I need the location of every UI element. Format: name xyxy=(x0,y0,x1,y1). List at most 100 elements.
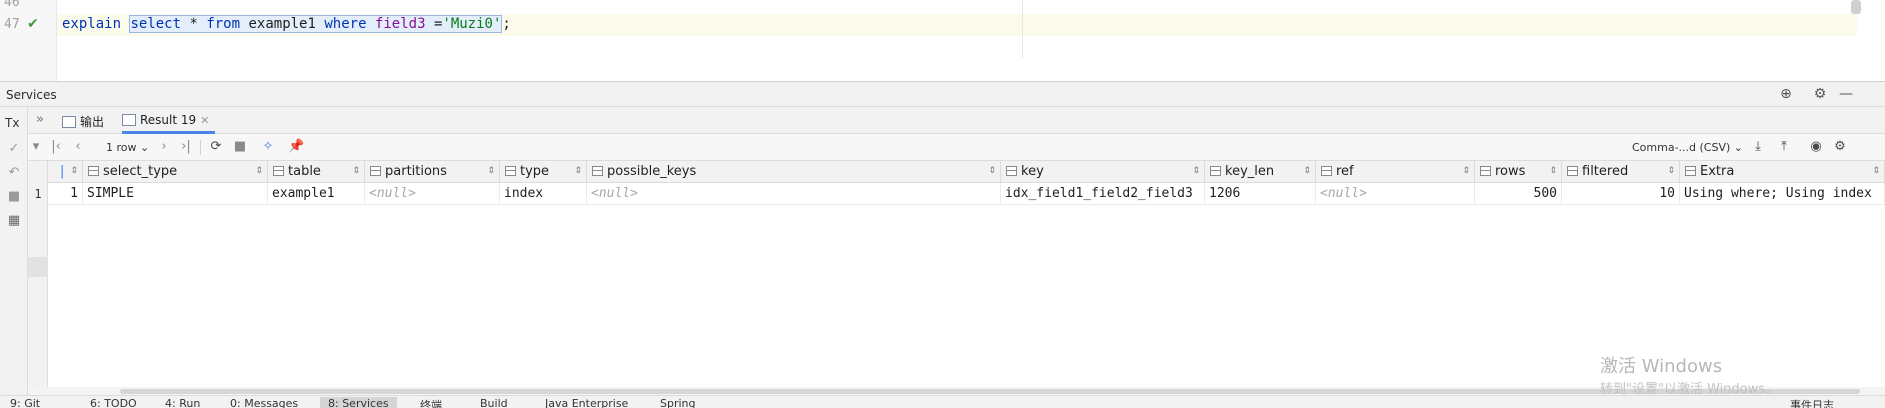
cell-possible_keys[interactable]: <null> xyxy=(587,183,1001,205)
sort-icon[interactable]: ⇕ xyxy=(574,161,582,182)
tool-button-event-log[interactable]: 事件日志 xyxy=(1790,397,1834,408)
stop-icon[interactable]: ■ xyxy=(6,189,22,204)
filter-dropdown-icon[interactable]: ▾ xyxy=(28,139,44,154)
cell-partitions[interactable]: <null> xyxy=(365,183,500,205)
tool-button-java-enterprise[interactable]: Java Enterprise xyxy=(545,397,628,408)
sort-icon[interactable]: ⇕ xyxy=(988,161,996,182)
cell-type[interactable]: index xyxy=(500,183,587,205)
gutter-line: 47 ✔ xyxy=(0,14,57,36)
keyword-token: where xyxy=(324,16,367,32)
rollback-icon[interactable]: ↶ xyxy=(6,165,22,180)
cell-select_type[interactable]: SIMPLE xyxy=(83,183,268,205)
column-header-label: possible_keys xyxy=(607,164,697,179)
column-icon xyxy=(370,166,381,176)
editor-scrollbar[interactable] xyxy=(1851,0,1861,14)
upload-icon[interactable]: ⤒ xyxy=(1776,139,1792,154)
next-page-icon[interactable]: › xyxy=(156,139,172,154)
sort-icon[interactable]: ⇕ xyxy=(352,161,360,182)
row-count-dropdown[interactable]: 1 row ⌄ xyxy=(106,141,149,154)
result-tabs-bar: » 输出 Result 19 ✕ xyxy=(28,107,1885,134)
bottom-tool-window-bar: 9: Git 6: TODO 4: Run 0: Messages 8: Ser… xyxy=(0,395,1885,408)
cell-id[interactable]: 1 xyxy=(48,183,83,205)
column-header-id[interactable]: | ⇕ xyxy=(48,161,83,183)
sort-icon[interactable]: ⇕ xyxy=(487,161,495,182)
sort-icon[interactable]: ⇕ xyxy=(1667,161,1675,182)
minimize-icon[interactable]: — xyxy=(1838,86,1854,102)
close-icon[interactable]: ✕ xyxy=(200,114,209,127)
cell-key[interactable]: idx_field1_field2_field3 xyxy=(1001,183,1205,205)
cell-rows[interactable]: 500 xyxy=(1475,183,1562,205)
previous-page-icon[interactable]: ‹ xyxy=(70,139,86,154)
column-icon xyxy=(88,166,99,176)
cell-filtered[interactable]: 10 xyxy=(1562,183,1680,205)
tab-output[interactable]: 输出 xyxy=(62,107,104,134)
column-icon xyxy=(592,166,603,176)
tool-button-build[interactable]: Build xyxy=(480,397,508,408)
table-icon xyxy=(122,114,136,126)
services-panel-header: Services ⊕ ⚙ — xyxy=(0,82,1885,107)
cell-table[interactable]: example1 xyxy=(268,183,365,205)
sort-icon[interactable]: ⇕ xyxy=(1303,161,1311,182)
operator-token: = xyxy=(425,16,443,32)
column-header-table[interactable]: table ⇕ xyxy=(268,161,365,183)
tool-button-run[interactable]: 4: Run xyxy=(165,397,200,408)
download-icon[interactable]: ⤓ xyxy=(1750,139,1766,154)
tool-button-terminal[interactable]: 终端 xyxy=(420,397,442,408)
settings-gear-icon[interactable]: ⚙ xyxy=(1832,139,1848,154)
column-header-label: filtered xyxy=(1582,164,1629,179)
commit-icon[interactable]: ✓ xyxy=(6,141,22,156)
sql-statement[interactable]: explain select * from example1 where fie… xyxy=(62,15,511,33)
gear-icon[interactable]: ⚙ xyxy=(1812,86,1828,102)
sort-icon[interactable]: ⇕ xyxy=(1872,161,1880,182)
cell-ref[interactable]: <null> xyxy=(1316,183,1475,205)
stop-icon[interactable]: ■ xyxy=(232,139,248,154)
current-code-line[interactable]: explain select * from example1 where fie… xyxy=(57,14,1857,36)
sort-icon[interactable]: ⇕ xyxy=(255,161,263,182)
sort-icon[interactable]: ⇕ xyxy=(1549,161,1557,182)
export-format-dropdown[interactable]: Comma-...d (CSV) ⌄ xyxy=(1632,141,1743,154)
tool-button-services[interactable]: 8: Services xyxy=(320,397,397,408)
tool-button-todo[interactable]: 6: TODO xyxy=(90,397,137,408)
compare-icon[interactable]: ✧ xyxy=(260,139,276,154)
semicolon-token: ; xyxy=(502,16,511,32)
selected-sql-text[interactable]: select * from example1 where field3 ='Mu… xyxy=(129,15,503,33)
tool-button-spring[interactable]: Spring xyxy=(660,397,696,408)
cell-key_len[interactable]: 1206 xyxy=(1205,183,1316,205)
tool-button-git[interactable]: 9: Git xyxy=(10,397,40,408)
column-header-label: key xyxy=(1021,164,1044,179)
column-header-filtered[interactable]: filtered ⇕ xyxy=(1562,161,1680,183)
sort-icon[interactable]: ⇕ xyxy=(1462,161,1470,182)
column-icon xyxy=(1480,166,1491,176)
crosshair-icon[interactable]: ⊕ xyxy=(1778,86,1794,102)
column-header-ref[interactable]: ref ⇕ xyxy=(1316,161,1475,183)
sort-icon[interactable]: ⇕ xyxy=(1192,161,1200,182)
view-eye-icon[interactable]: ◉ xyxy=(1808,139,1824,154)
row-number[interactable]: 1 xyxy=(28,183,48,205)
first-page-icon[interactable]: |‹ xyxy=(48,139,64,154)
gutter-marker xyxy=(28,257,48,277)
column-header-rows[interactable]: rows ⇕ xyxy=(1475,161,1562,183)
last-page-icon[interactable]: ›| xyxy=(178,139,194,154)
line-number: 47 xyxy=(4,17,20,32)
pin-icon[interactable]: 📌 xyxy=(288,139,304,154)
horizontal-scrollbar-thumb[interactable] xyxy=(120,389,1860,394)
column-icon xyxy=(1685,166,1696,176)
transaction-mode-button[interactable]: Tx xyxy=(5,116,19,130)
tab-result[interactable]: Result 19 ✕ xyxy=(122,107,216,134)
column-header-partitions[interactable]: partitions ⇕ xyxy=(365,161,500,183)
cell-Extra[interactable]: Using where; Using index xyxy=(1680,183,1885,205)
layout-icon[interactable]: ▦ xyxy=(6,213,22,228)
column-header-key[interactable]: key ⇕ xyxy=(1001,161,1205,183)
sort-icon[interactable]: ⇕ xyxy=(70,161,78,182)
expand-chevron-icon[interactable]: » xyxy=(36,112,44,127)
column-header-select_type[interactable]: select_type ⇕ xyxy=(83,161,268,183)
column-icon xyxy=(1210,166,1221,176)
column-header-type[interactable]: type ⇕ xyxy=(500,161,587,183)
column-header-Extra[interactable]: Extra ⇕ xyxy=(1680,161,1885,183)
refresh-icon[interactable]: ⟳ xyxy=(208,139,224,154)
column-header-possible_keys[interactable]: possible_keys ⇕ xyxy=(587,161,1001,183)
sql-editor[interactable]: 46 47 ✔ explain select * from example1 w… xyxy=(0,0,1885,82)
column-header-key_len[interactable]: key_len ⇕ xyxy=(1205,161,1316,183)
tool-button-messages[interactable]: 0: Messages xyxy=(230,397,298,408)
editor-gutter: 46 47 ✔ xyxy=(0,0,57,81)
